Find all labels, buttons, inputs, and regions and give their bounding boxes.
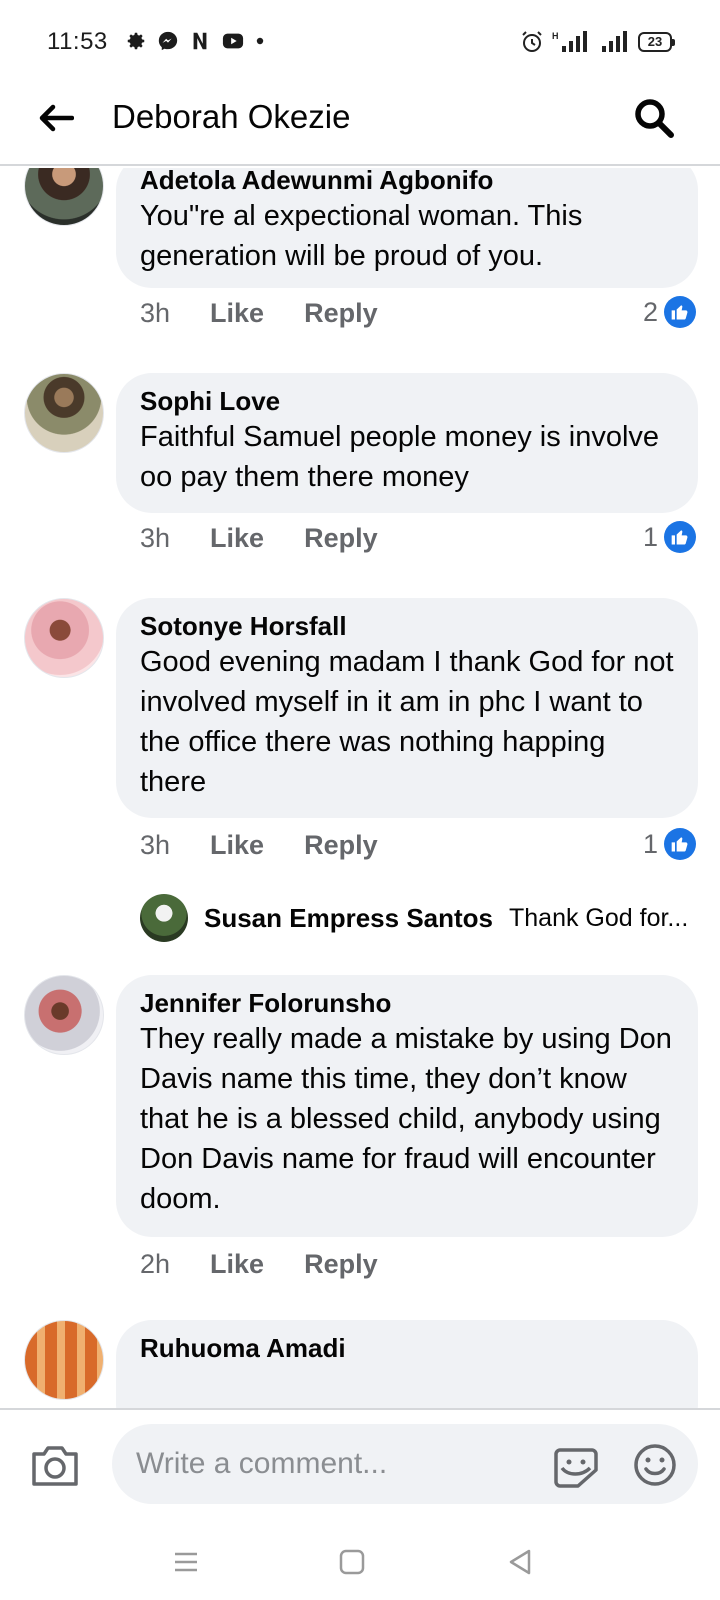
like-button[interactable]: Like bbox=[210, 298, 264, 329]
reply-button[interactable]: Reply bbox=[304, 1249, 378, 1280]
back-arrow-icon bbox=[39, 104, 74, 132]
avatar[interactable] bbox=[24, 1320, 104, 1400]
back-nav-button[interactable] bbox=[502, 1544, 538, 1580]
home-square-icon bbox=[339, 1549, 365, 1575]
comment-time: 3h bbox=[140, 830, 171, 860]
reply-preview[interactable]: Susan Empress Santos Thank God for... bbox=[140, 894, 688, 942]
like-button[interactable]: Like bbox=[210, 1249, 264, 1280]
camera-button[interactable] bbox=[30, 1442, 80, 1488]
home-nav-button[interactable] bbox=[334, 1544, 370, 1580]
comment-author[interactable]: Jennifer Folorunsho bbox=[140, 987, 674, 1019]
status-bar: 11:53 H 23 bbox=[0, 0, 720, 84]
avatar[interactable] bbox=[24, 168, 104, 226]
svg-text:H: H bbox=[552, 31, 559, 41]
system-nav-bar bbox=[0, 1520, 720, 1600]
comment-bubble[interactable]: Ruhuoma Amadi bbox=[116, 1320, 698, 1408]
reply-button[interactable]: Reply bbox=[304, 523, 378, 554]
avatar[interactable] bbox=[24, 373, 104, 453]
comment-bubble[interactable]: Sophi Love Faithful Samuel people money … bbox=[116, 373, 698, 513]
comment-actions: 3h Like Reply bbox=[140, 298, 378, 329]
battery-indicator: 23 bbox=[638, 32, 675, 52]
comment-bubble[interactable]: Jennifer Folorunsho They really made a m… bbox=[116, 975, 698, 1237]
comment-text: They really made a mistake by using Don … bbox=[140, 1023, 680, 1215]
comment-bubble[interactable]: Adetola Adewunmi Agbonifo You"re al expe… bbox=[116, 168, 698, 288]
avatar[interactable] bbox=[24, 975, 104, 1055]
reaction-count: 1 bbox=[642, 521, 658, 552]
like-button[interactable]: Like bbox=[210, 523, 264, 554]
camera-icon bbox=[32, 1446, 78, 1486]
comment-input[interactable] bbox=[112, 1424, 698, 1504]
more-dot-icon bbox=[256, 37, 264, 45]
comment-list[interactable]: Adetola Adewunmi Agbonifo You"re al expe… bbox=[0, 168, 720, 1408]
reply-text: Thank God for... bbox=[509, 903, 689, 932]
reaction-summary[interactable]: 1 bbox=[643, 521, 696, 553]
comment-actions: 3h Like Reply bbox=[140, 830, 378, 861]
thumbs-up-icon bbox=[664, 296, 696, 328]
comment-text: Good evening madam I thank God for not i… bbox=[140, 646, 682, 798]
comment-author[interactable]: Ruhuoma Amadi bbox=[140, 1332, 674, 1364]
thumbs-up-icon bbox=[664, 828, 696, 860]
search-button[interactable] bbox=[630, 94, 678, 142]
reaction-count: 1 bbox=[642, 828, 658, 859]
app-header: Deborah Okezie bbox=[0, 84, 720, 166]
comment-author[interactable]: Adetola Adewunmi Agbonifo bbox=[140, 168, 674, 196]
comment-time: 3h bbox=[140, 523, 171, 553]
back-button[interactable] bbox=[34, 96, 78, 140]
signal-h-icon: H bbox=[552, 31, 587, 52]
menu-icon bbox=[175, 1552, 197, 1572]
comment-time: 2h bbox=[140, 1249, 171, 1279]
alarm-icon bbox=[522, 31, 542, 52]
comment-author[interactable]: Sophi Love bbox=[140, 385, 674, 417]
comment-actions: 3h Like Reply bbox=[140, 523, 378, 554]
sticker-button[interactable] bbox=[552, 1444, 600, 1490]
reply-button[interactable]: Reply bbox=[304, 830, 378, 861]
avatar[interactable] bbox=[140, 894, 188, 942]
back-triangle-icon bbox=[509, 1549, 531, 1575]
messenger-icon bbox=[158, 31, 178, 51]
sticker-icon bbox=[554, 1448, 598, 1488]
page-title: Deborah Okezie bbox=[112, 98, 351, 135]
comment-author[interactable]: Sotonye Horsfall bbox=[140, 610, 674, 642]
notification-icons bbox=[125, 30, 265, 52]
search-icon bbox=[635, 99, 674, 138]
reaction-summary[interactable]: 1 bbox=[643, 828, 696, 860]
comment-actions: 2h Like Reply bbox=[140, 1249, 378, 1280]
reply-author[interactable]: Susan Empress Santos bbox=[204, 903, 493, 934]
status-time: 11:53 bbox=[47, 28, 108, 55]
reaction-count: 2 bbox=[642, 296, 658, 327]
thumbs-up-icon bbox=[664, 521, 696, 553]
comment-text: You"re al expectional woman. This genera… bbox=[140, 200, 591, 272]
menu-nav-button[interactable] bbox=[168, 1544, 204, 1580]
youtube-icon bbox=[222, 33, 244, 49]
system-icons: H 23 bbox=[520, 30, 675, 54]
comment-composer bbox=[0, 1408, 720, 1518]
avatar[interactable] bbox=[24, 598, 104, 678]
comment-time: 3h bbox=[140, 298, 171, 328]
netflix-icon bbox=[193, 32, 207, 50]
like-button[interactable]: Like bbox=[210, 830, 264, 861]
reaction-summary[interactable]: 2 bbox=[643, 296, 696, 328]
settings-icon bbox=[127, 32, 145, 50]
comment-text: Faithful Samuel people money is involve … bbox=[140, 421, 668, 493]
smiley-icon bbox=[634, 1444, 676, 1486]
reply-button[interactable]: Reply bbox=[304, 298, 378, 329]
signal-icon bbox=[602, 31, 627, 52]
emoji-button[interactable] bbox=[632, 1442, 678, 1488]
comment-bubble[interactable]: Sotonye Horsfall Good evening madam I th… bbox=[116, 598, 698, 818]
